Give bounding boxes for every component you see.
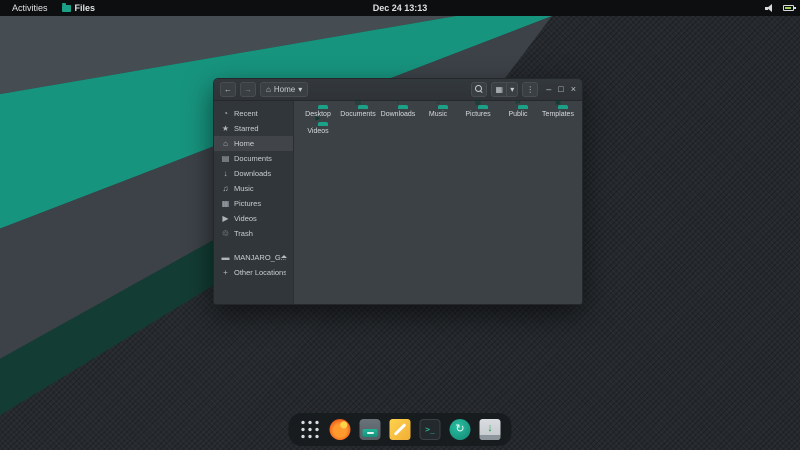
sidebar-separator xyxy=(214,241,293,250)
folder-label: Downloads xyxy=(380,111,416,118)
sidebar-item-downloads[interactable]: ↓ Downloads xyxy=(214,166,293,181)
download-glyph: ↓ xyxy=(487,421,493,434)
sidebar-item-label: Home xyxy=(234,139,255,148)
folder-emblem: ▣ xyxy=(554,98,562,106)
sidebar-item-music[interactable]: ♫ Music xyxy=(214,181,293,196)
folder-label: Pictures xyxy=(465,111,491,118)
file-grid: Desktop ▤ Documents ↓ Downloads ♫ Music … xyxy=(294,99,582,304)
sidebar-item-label: Starred xyxy=(234,124,259,133)
refresh-glyph: ↻ xyxy=(455,423,465,435)
image-icon: ▦ xyxy=(221,199,230,208)
eject-icon[interactable] xyxy=(281,255,287,258)
terminal-prompt-glyph: >_ xyxy=(425,425,435,434)
folder-emblem: ▦ xyxy=(474,98,482,106)
location-button[interactable]: ⌂ Home ▾ xyxy=(260,82,309,97)
window-controls: – □ × xyxy=(546,85,576,94)
sidebar-item-label: Other Locations xyxy=(234,268,286,277)
recent-icon: ◔ xyxy=(223,109,228,118)
grid-view-button[interactable]: ▦ xyxy=(491,82,508,97)
folder-label: Public xyxy=(508,111,528,118)
sidebar-item-label: Downloads xyxy=(234,169,272,178)
home-icon: ⌂ xyxy=(266,85,271,94)
sidebar-item-recent[interactable]: ◔ Recent xyxy=(214,106,293,121)
folder-public[interactable]: ⇄ Public xyxy=(498,99,538,119)
sidebar-item-documents[interactable]: ▤ Documents xyxy=(214,151,293,166)
menu-button[interactable]: ⋮ xyxy=(522,82,539,97)
sidebar-item-label: Recent xyxy=(234,109,258,118)
files-app-icon xyxy=(61,2,71,12)
document-icon: ▤ xyxy=(221,154,230,163)
view-options-caret[interactable]: ▾ xyxy=(507,82,519,97)
folder-emblem: ♫ xyxy=(435,98,441,106)
usb-drive-icon: ▬ xyxy=(221,253,230,262)
sidebar-item-manjaro-volume[interactable]: ▬ MANJARO_G... xyxy=(214,250,293,265)
chevron-down-icon: ▾ xyxy=(298,85,303,94)
file-manager-icon[interactable] xyxy=(359,419,381,440)
folder-emblem: ▤ xyxy=(354,98,362,106)
sidebar-item-other-locations[interactable]: + Other Locations xyxy=(214,265,293,280)
sidebar: ◔ Recent ★ Starred ⌂ Home ▤ Documents ↓ … xyxy=(214,101,294,304)
text-editor-icon[interactable] xyxy=(389,419,411,440)
folder-music[interactable]: ♫ Music xyxy=(418,99,458,119)
minimize-button[interactable]: – xyxy=(546,85,551,94)
software-manager-icon[interactable]: ↻ xyxy=(449,419,471,440)
folder-emblem: ↓ xyxy=(396,98,400,106)
home-icon: ⌂ xyxy=(223,139,228,148)
drawer-handle xyxy=(366,432,374,434)
music-icon: ♫ xyxy=(222,184,229,193)
folder-pictures[interactable]: ▦ Pictures xyxy=(458,99,498,119)
app-menu[interactable]: Files xyxy=(61,2,96,13)
search-button[interactable] xyxy=(471,82,488,97)
battery-icon xyxy=(783,5,796,11)
maximize-button[interactable]: □ xyxy=(558,85,563,94)
folder-documents[interactable]: ▤ Documents xyxy=(338,99,378,119)
folder-templates[interactable]: ▣ Templates xyxy=(538,99,578,119)
terminal-icon[interactable]: >_ xyxy=(419,419,441,440)
close-button[interactable]: × xyxy=(571,85,576,94)
view-toggle: ▦ ▾ xyxy=(491,82,519,97)
package-installer-icon[interactable]: ↓ xyxy=(479,419,501,440)
plus-icon: + xyxy=(223,268,228,277)
sidebar-item-pictures[interactable]: ▦ Pictures xyxy=(214,196,293,211)
dock: >_ ↻ ↓ xyxy=(288,413,512,446)
forward-button[interactable]: → xyxy=(240,82,256,97)
star-icon: ★ xyxy=(221,124,230,133)
sidebar-item-label: MANJARO_G... xyxy=(234,253,286,262)
folder-downloads[interactable]: ↓ Downloads xyxy=(378,99,418,119)
trash-icon: ♲ xyxy=(221,229,230,238)
sidebar-item-trash[interactable]: ♲ Trash xyxy=(214,226,293,241)
sidebar-item-label: Trash xyxy=(234,229,253,238)
top-panel: Activities Files Dec 24 13:13 xyxy=(0,0,800,16)
activities-button[interactable]: Activities xyxy=(8,3,52,13)
firefox-icon[interactable] xyxy=(329,419,351,440)
clock[interactable]: Dec 24 13:13 xyxy=(373,3,428,13)
location-label: Home xyxy=(273,85,296,94)
folder-label: Videos xyxy=(307,127,329,135)
back-button[interactable]: ← xyxy=(220,82,236,97)
app-menu-label: Files xyxy=(74,3,96,13)
folder-emblem: ▶ xyxy=(315,115,321,123)
system-status-area[interactable] xyxy=(765,0,796,16)
folder-emblem: ⇄ xyxy=(515,98,521,106)
sidebar-item-home[interactable]: ⌂ Home xyxy=(214,136,293,151)
sidebar-item-label: Videos xyxy=(234,214,257,223)
search-icon xyxy=(474,85,484,94)
download-icon: ↓ xyxy=(223,169,228,178)
files-window: ← → ⌂ Home ▾ ▦ ▾ ⋮ – □ × ◔ Recent ★ Star… xyxy=(213,78,583,305)
sidebar-item-videos[interactable]: ▶ Videos xyxy=(214,211,293,226)
folder-label: Music xyxy=(428,111,448,118)
folder-label: Templates xyxy=(542,111,574,118)
sidebar-item-label: Documents xyxy=(234,154,272,163)
volume-icon xyxy=(765,4,775,13)
sidebar-item-label: Pictures xyxy=(234,199,262,208)
app-grid-icon[interactable] xyxy=(299,419,321,440)
folder-label: Documents xyxy=(340,111,376,118)
video-icon: ▶ xyxy=(222,214,229,223)
sidebar-item-starred[interactable]: ★ Starred xyxy=(214,121,293,136)
sidebar-item-label: Music xyxy=(234,184,254,193)
folder-videos[interactable]: ▶ Videos xyxy=(298,116,338,136)
